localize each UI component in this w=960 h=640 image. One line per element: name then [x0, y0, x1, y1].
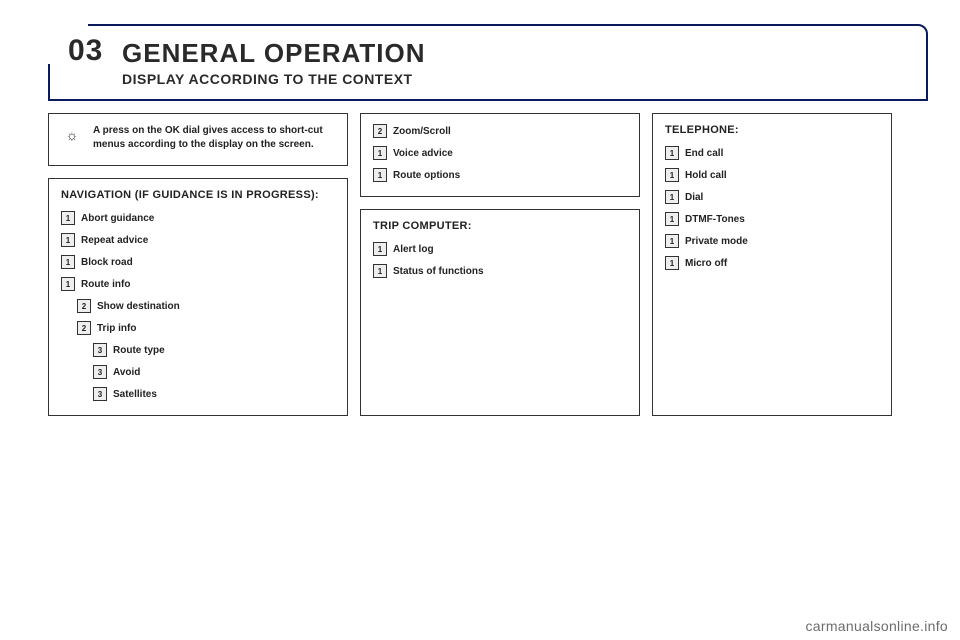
menu-item: 1 Dial: [665, 190, 879, 204]
level-chip: 1: [665, 168, 679, 182]
menu-label: Private mode: [685, 236, 748, 247]
menu-label: DTMF-Tones: [685, 214, 745, 225]
level-chip: 1: [373, 168, 387, 182]
section-number: 03: [68, 34, 103, 68]
page-title: GENERAL OPERATION: [122, 38, 910, 69]
menu-item: 3 Route type: [93, 343, 335, 357]
column-right: TELEPHONE: 1End call 1Hold call 1Dial 1D…: [652, 113, 892, 416]
manual-page: 03 GENERAL OPERATION DISPLAY ACCORDING T…: [0, 0, 960, 640]
level-chip: 1: [373, 242, 387, 256]
menu-item: 1 Private mode: [665, 234, 879, 248]
column-left: ☼ A press on the OK dial gives access to…: [48, 113, 348, 416]
trip-computer-heading: TRIP COMPUTER:: [373, 220, 627, 232]
section-header: 03 GENERAL OPERATION DISPLAY ACCORDING T…: [48, 24, 928, 101]
menu-label: Hold call: [685, 170, 727, 181]
menu-label: Block road: [81, 257, 133, 268]
menu-label: End call: [685, 148, 723, 159]
navigation-box: NAVIGATION (IF GUIDANCE IS IN PROGRESS):…: [48, 178, 348, 416]
source-watermark: carmanualsonline.info: [806, 618, 949, 634]
level-chip: 1: [373, 146, 387, 160]
menu-item: 2 Show destination: [77, 299, 335, 313]
level-chip: 2: [373, 124, 387, 138]
menu-item: 1 Block road: [61, 255, 335, 269]
menu-label: Status of functions: [393, 266, 484, 277]
column-middle: 2 Zoom/Scroll 1 Voice advice 1 Route option…: [360, 113, 640, 416]
content-columns: ☼ A press on the OK dial gives access to…: [48, 113, 928, 416]
level-chip: 3: [93, 365, 107, 379]
menu-label: Abort guidance: [81, 213, 154, 224]
level-chip: 2: [77, 321, 91, 335]
menu-label: Dial: [685, 192, 703, 203]
menu-label: Zoom/Scroll: [393, 126, 451, 137]
menu-label: Route info: [81, 279, 130, 290]
menu-item: 1 Route options: [373, 168, 627, 182]
menu-label: Satellites: [113, 389, 157, 400]
level-chip: 3: [93, 387, 107, 401]
menu-label: Repeat advice: [81, 235, 148, 246]
level-chip: 1: [61, 211, 75, 225]
menu-item: 2 Zoom/Scroll: [373, 124, 627, 138]
level-chip: 3: [93, 343, 107, 357]
menu-label: Trip info: [97, 323, 136, 334]
menu-item: 1 End call: [665, 146, 879, 160]
level-chip: 1: [665, 190, 679, 204]
level-chip: 1: [61, 233, 75, 247]
menu-item: 3 Avoid: [93, 365, 335, 379]
tip-text: A press on the OK dial gives access to s…: [93, 124, 335, 151]
menu-item: 1 Status of functions: [373, 264, 627, 278]
telephone-box: TELEPHONE: 1End call 1Hold call 1Dial 1D…: [652, 113, 892, 416]
menu-item: 1 Hold call: [665, 168, 879, 182]
menu-item: 1 Alert log: [373, 242, 627, 256]
menu-label: Avoid: [113, 367, 140, 378]
navigation-heading: NAVIGATION (IF GUIDANCE IS IN PROGRESS):: [61, 189, 335, 201]
telephone-menu: 1 End call 1 Hold call 1 Dial 1 DTMF-Tones 1…: [665, 146, 879, 270]
menu-item: 1 Voice advice: [373, 146, 627, 160]
navigation-extra-box: 2 Zoom/Scroll 1 Voice advice 1 Route option…: [360, 113, 640, 197]
telephone-heading: TELEPHONE:: [665, 124, 879, 136]
level-chip: 1: [665, 256, 679, 270]
menu-item: 2 Trip info: [77, 321, 335, 335]
level-chip: 1: [61, 255, 75, 269]
menu-item: 1 DTMF-Tones: [665, 212, 879, 226]
trip-computer-box: TRIP COMPUTER: 1 Alert log 1 Status of fun…: [360, 209, 640, 416]
menu-label: Route type: [113, 345, 165, 356]
menu-item: 1 Micro off: [665, 256, 879, 270]
level-chip: 1: [61, 277, 75, 291]
menu-label: Voice advice: [393, 148, 453, 159]
tip-box: ☼ A press on the OK dial gives access to…: [48, 113, 348, 166]
menu-label: Alert log: [393, 244, 434, 255]
level-chip: 1: [665, 146, 679, 160]
trip-computer-menu: 1 Alert log 1 Status of functions: [373, 242, 627, 278]
header-frame: 03 GENERAL OPERATION DISPLAY ACCORDING T…: [48, 24, 928, 101]
menu-label: Route options: [393, 170, 460, 181]
level-chip: 2: [77, 299, 91, 313]
menu-item: 1 Repeat advice: [61, 233, 335, 247]
menu-label: Micro off: [685, 258, 727, 269]
level-chip: 1: [665, 212, 679, 226]
menu-item: 1 Route info: [61, 277, 335, 291]
navigation-menu: 1 Abort guidance 1 Repeat advice 1 Block ro…: [61, 211, 335, 401]
navigation-extra-menu: 2 Zoom/Scroll 1 Voice advice 1 Route option…: [373, 124, 627, 182]
level-chip: 1: [665, 234, 679, 248]
menu-item: 1 Abort guidance: [61, 211, 335, 225]
menu-label: Show destination: [97, 301, 180, 312]
tip-icon: ☼: [61, 124, 83, 146]
menu-item: 3 Satellites: [93, 387, 335, 401]
page-subtitle: DISPLAY ACCORDING TO THE CONTEXT: [122, 71, 910, 87]
level-chip: 1: [373, 264, 387, 278]
